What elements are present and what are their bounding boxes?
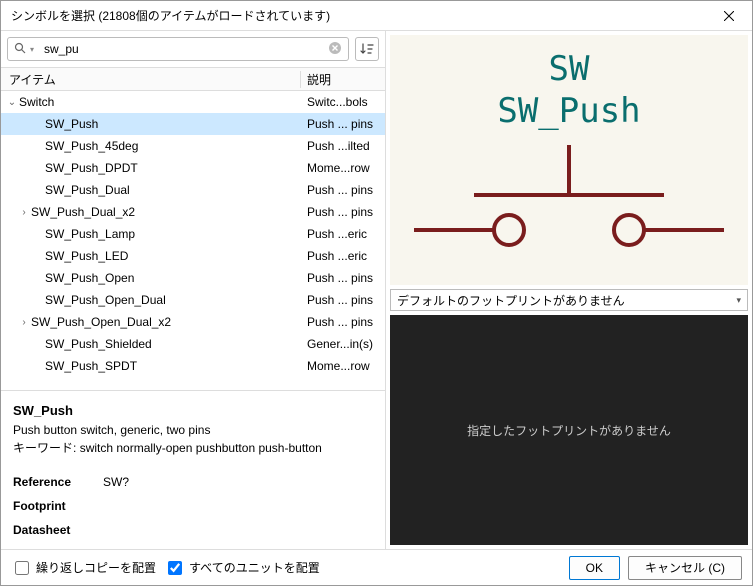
tree-item-label: SW_Push_Dual xyxy=(31,183,130,197)
footprint-dropdown[interactable]: デフォルトのフットプリントがありません ▾ xyxy=(390,289,748,311)
tree-item-label: SW_Push_SPDT xyxy=(31,359,137,373)
details-panel: SW_Push Push button switch, generic, two… xyxy=(1,391,385,549)
preview-name: SW_Push xyxy=(497,91,640,131)
tree-item-label: SW_Push_45deg xyxy=(31,139,138,153)
detail-keywords: キーワード: switch normally-open pushbutton p… xyxy=(13,439,373,457)
detail-prop-row: Footprint xyxy=(13,497,373,515)
preview-ref: SW xyxy=(549,49,590,89)
ok-button[interactable]: OK xyxy=(569,556,620,580)
tree-item-label: SW_Push_DPDT xyxy=(31,161,138,175)
window-close-button[interactable] xyxy=(706,1,752,31)
tree-item-label: SW_Push_LED xyxy=(31,249,128,263)
expander-closed-icon[interactable]: › xyxy=(17,317,31,328)
tree-row[interactable]: SW_Push Push ... pins xyxy=(1,113,385,135)
footprint-preview[interactable]: 指定したフットプリントがありません xyxy=(390,315,748,545)
tree-item-desc: Mome...row xyxy=(301,359,385,373)
tree-row[interactable]: SW_Push_Open_Dual Push ... pins xyxy=(1,289,385,311)
tree-row[interactable]: SW_Push_Shielded Gener...in(s) xyxy=(1,333,385,355)
footprint-empty-text: 指定したフットプリントがありません xyxy=(467,422,671,439)
sort-icon xyxy=(360,42,374,56)
filter-icon xyxy=(14,42,28,57)
chevron-down-icon: ▾ xyxy=(736,295,741,306)
detail-prop-row: Datasheet xyxy=(13,521,373,539)
tree-item-label: SW_Push_Open_Dual xyxy=(31,293,166,307)
tree-item-label: SW_Push_Open_Dual_x2 xyxy=(31,315,171,329)
tree-item-desc: Push ... pins xyxy=(301,205,385,219)
tree-item-desc: Switc...bols xyxy=(301,95,385,109)
search-field-wrap[interactable]: ▾ xyxy=(7,37,349,61)
column-header-item[interactable]: アイテム xyxy=(1,71,301,88)
detail-desc: Push button switch, generic, two pins xyxy=(13,421,373,439)
close-icon xyxy=(724,11,734,21)
tree-item-label: Switch xyxy=(19,95,54,109)
tree-item-desc: Mome...row xyxy=(301,161,385,175)
search-dropdown-icon[interactable]: ▾ xyxy=(30,45,40,54)
tree-item-desc: Push ... pins xyxy=(301,183,385,197)
tree-row[interactable]: ›SW_Push_Dual_x2 Push ... pins xyxy=(1,201,385,223)
symbol-tree[interactable]: ⌄SwitchSwitc...bolsSW_PushPush ... pinsS… xyxy=(1,91,385,391)
tree-item-desc: Push ... pins xyxy=(301,315,385,329)
cancel-button[interactable]: キャンセル (C) xyxy=(628,556,742,580)
detail-prop-row: ReferenceSW? xyxy=(13,473,373,491)
detail-prop-label: Reference xyxy=(13,473,103,491)
tree-item-label: SW_Push_Shielded xyxy=(31,337,152,351)
tree-item-label: SW_Push xyxy=(31,117,98,131)
repeat-copy-checkbox[interactable]: 繰り返しコピーを配置 xyxy=(11,558,156,578)
tree-row[interactable]: ›SW_Push_Open_Dual_x2 Push ... pins xyxy=(1,311,385,333)
tree-item-desc: Push ... pins xyxy=(301,271,385,285)
tree-item-desc: Push ...eric xyxy=(301,249,385,263)
tree-item-label: SW_Push_Lamp xyxy=(31,227,135,241)
window-title: シンボルを選択 (21808個のアイテムがロードされています) xyxy=(11,7,330,24)
tree-header: アイテム 説明 xyxy=(1,67,385,91)
titlebar: シンボルを選択 (21808個のアイテムがロードされています) xyxy=(1,1,752,31)
tree-item-desc: Push ... pins xyxy=(301,293,385,307)
tree-item-label: SW_Push_Open xyxy=(31,271,134,285)
tree-row[interactable]: ⌄Switch Switc...bols xyxy=(1,91,385,113)
expander-closed-icon[interactable]: › xyxy=(17,207,31,218)
detail-prop-label: Datasheet xyxy=(13,521,103,539)
tree-item-desc: Push ... pins xyxy=(301,117,385,131)
search-input[interactable] xyxy=(40,42,328,56)
symbol-preview[interactable]: SW SW_Push xyxy=(390,35,748,285)
tree-row[interactable]: SW_Push_Dual Push ... pins xyxy=(1,179,385,201)
detail-prop-value: SW? xyxy=(103,473,129,491)
tree-item-desc: Push ...ilted xyxy=(301,139,385,153)
tree-row[interactable]: SW_Push_45deg Push ...ilted xyxy=(1,135,385,157)
detail-name: SW_Push xyxy=(13,401,373,421)
clear-search-icon[interactable] xyxy=(328,41,342,58)
tree-item-desc: Push ...eric xyxy=(301,227,385,241)
all-units-checkbox[interactable]: すべてのユニットを配置 xyxy=(164,558,320,578)
column-header-desc[interactable]: 説明 xyxy=(301,71,385,88)
tree-item-label: SW_Push_Dual_x2 xyxy=(31,205,135,219)
tree-row[interactable]: SW_Push_Lamp Push ...eric xyxy=(1,223,385,245)
detail-prop-label: Footprint xyxy=(13,497,103,515)
tree-row[interactable]: SW_Push_DPDT Mome...row xyxy=(1,157,385,179)
expander-open-icon[interactable]: ⌄ xyxy=(5,97,19,108)
tree-item-desc: Gener...in(s) xyxy=(301,337,385,351)
tree-row[interactable]: SW_Push_LED Push ...eric xyxy=(1,245,385,267)
tree-row[interactable]: SW_Push_Open Push ... pins xyxy=(1,267,385,289)
footprint-dropdown-label: デフォルトのフットプリントがありません xyxy=(397,292,625,309)
tree-row[interactable]: SW_Push_SPDT Mome...row xyxy=(1,355,385,377)
sort-button[interactable] xyxy=(355,37,379,61)
